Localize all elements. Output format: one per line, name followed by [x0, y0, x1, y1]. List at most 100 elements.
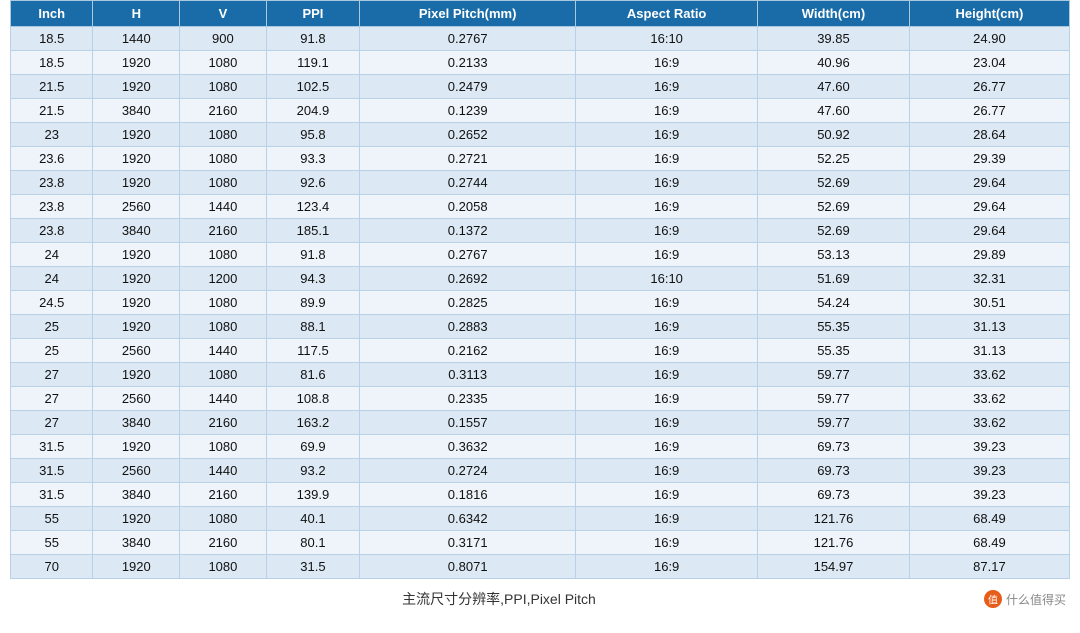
table-cell: 1440 [180, 459, 267, 483]
table-cell: 27 [11, 387, 93, 411]
table-row: 553840216080.10.317116:9121.7668.49 [11, 531, 1070, 555]
table-cell: 163.2 [266, 411, 359, 435]
column-header: Height(cm) [909, 1, 1069, 27]
table-cell: 94.3 [266, 267, 359, 291]
table-cell: 0.1557 [360, 411, 576, 435]
table-cell: 0.2744 [360, 171, 576, 195]
table-row: 31.51920108069.90.363216:969.7339.23 [11, 435, 1070, 459]
table-cell: 16:9 [576, 339, 758, 363]
table-cell: 2560 [93, 195, 180, 219]
table-cell: 29.64 [909, 171, 1069, 195]
table-cell: 88.1 [266, 315, 359, 339]
table-cell: 16:9 [576, 171, 758, 195]
footer-row: 主流尺寸分辨率,PPI,Pixel Pitch 什么值得买 [10, 589, 1070, 609]
footer-text: 主流尺寸分辨率,PPI,Pixel Pitch [14, 589, 984, 609]
table-cell: 47.60 [758, 75, 910, 99]
table-cell: 0.2133 [360, 51, 576, 75]
table-cell: 59.77 [758, 387, 910, 411]
table-cell: 29.64 [909, 219, 1069, 243]
table-cell: 0.3632 [360, 435, 576, 459]
table-cell: 47.60 [758, 99, 910, 123]
table-cell: 1080 [180, 555, 267, 579]
table-cell: 0.1239 [360, 99, 576, 123]
table-cell: 108.8 [266, 387, 359, 411]
table-cell: 39.23 [909, 435, 1069, 459]
table-cell: 185.1 [266, 219, 359, 243]
table-row: 18.519201080119.10.213316:940.9623.04 [11, 51, 1070, 75]
table-cell: 2160 [180, 411, 267, 435]
table-cell: 16:9 [576, 387, 758, 411]
table-cell: 121.76 [758, 531, 910, 555]
table-cell: 55 [11, 507, 93, 531]
table-cell: 16:10 [576, 27, 758, 51]
table-cell: 28.64 [909, 123, 1069, 147]
table-cell: 16:9 [576, 123, 758, 147]
table-cell: 40.96 [758, 51, 910, 75]
table-cell: 1080 [180, 291, 267, 315]
table-cell: 25 [11, 339, 93, 363]
table-cell: 16:9 [576, 507, 758, 531]
table-cell: 1920 [93, 267, 180, 291]
table-cell: 1080 [180, 123, 267, 147]
table-cell: 39.23 [909, 459, 1069, 483]
table-cell: 31.5 [11, 483, 93, 507]
table-cell: 16:9 [576, 435, 758, 459]
table-cell: 1080 [180, 51, 267, 75]
table-cell: 24 [11, 267, 93, 291]
column-header: Aspect Ratio [576, 1, 758, 27]
table-cell: 26.77 [909, 99, 1069, 123]
table-row: 21.519201080102.50.247916:947.6026.77 [11, 75, 1070, 99]
table-row: 2525601440117.50.216216:955.3531.13 [11, 339, 1070, 363]
table-cell: 900 [180, 27, 267, 51]
table-cell: 33.62 [909, 387, 1069, 411]
table-cell: 31.13 [909, 339, 1069, 363]
table-cell: 0.2162 [360, 339, 576, 363]
table-cell: 0.2335 [360, 387, 576, 411]
table-cell: 0.2721 [360, 147, 576, 171]
table-cell: 16:9 [576, 243, 758, 267]
table-cell: 117.5 [266, 339, 359, 363]
table-cell: 1920 [93, 363, 180, 387]
table-cell: 16:9 [576, 51, 758, 75]
table-cell: 0.1816 [360, 483, 576, 507]
table-cell: 3840 [93, 219, 180, 243]
table-cell: 139.9 [266, 483, 359, 507]
table-cell: 0.6342 [360, 507, 576, 531]
table-cell: 23 [11, 123, 93, 147]
table-header-row: InchHVPPIPixel Pitch(mm)Aspect RatioWidt… [11, 1, 1070, 27]
brand-label: 什么值得买 [1006, 591, 1066, 608]
table-cell: 30.51 [909, 291, 1069, 315]
table-cell: 1080 [180, 243, 267, 267]
table-cell: 93.3 [266, 147, 359, 171]
table-cell: 23.8 [11, 195, 93, 219]
table-cell: 55.35 [758, 315, 910, 339]
table-cell: 0.3171 [360, 531, 576, 555]
table-cell: 52.69 [758, 171, 910, 195]
table-cell: 39.85 [758, 27, 910, 51]
table-cell: 154.97 [758, 555, 910, 579]
table-cell: 91.8 [266, 243, 359, 267]
table-cell: 70 [11, 555, 93, 579]
table-cell: 21.5 [11, 99, 93, 123]
brand-icon [984, 590, 1002, 608]
table-cell: 2160 [180, 483, 267, 507]
table-cell: 16:9 [576, 531, 758, 555]
table-cell: 1920 [93, 75, 180, 99]
table-cell: 68.49 [909, 531, 1069, 555]
table-row: 23.838402160185.10.137216:952.6929.64 [11, 219, 1070, 243]
table-cell: 59.77 [758, 411, 910, 435]
table-row: 31.538402160139.90.181616:969.7339.23 [11, 483, 1070, 507]
table-cell: 0.2825 [360, 291, 576, 315]
table-cell: 1920 [93, 555, 180, 579]
column-header: PPI [266, 1, 359, 27]
table-cell: 3840 [93, 531, 180, 555]
table-cell: 0.2058 [360, 195, 576, 219]
table-cell: 31.5 [266, 555, 359, 579]
table-cell: 59.77 [758, 363, 910, 387]
data-table: InchHVPPIPixel Pitch(mm)Aspect RatioWidt… [10, 0, 1070, 579]
table-cell: 16:9 [576, 555, 758, 579]
table-cell: 23.6 [11, 147, 93, 171]
table-cell: 2160 [180, 99, 267, 123]
table-cell: 52.25 [758, 147, 910, 171]
table-cell: 81.6 [266, 363, 359, 387]
